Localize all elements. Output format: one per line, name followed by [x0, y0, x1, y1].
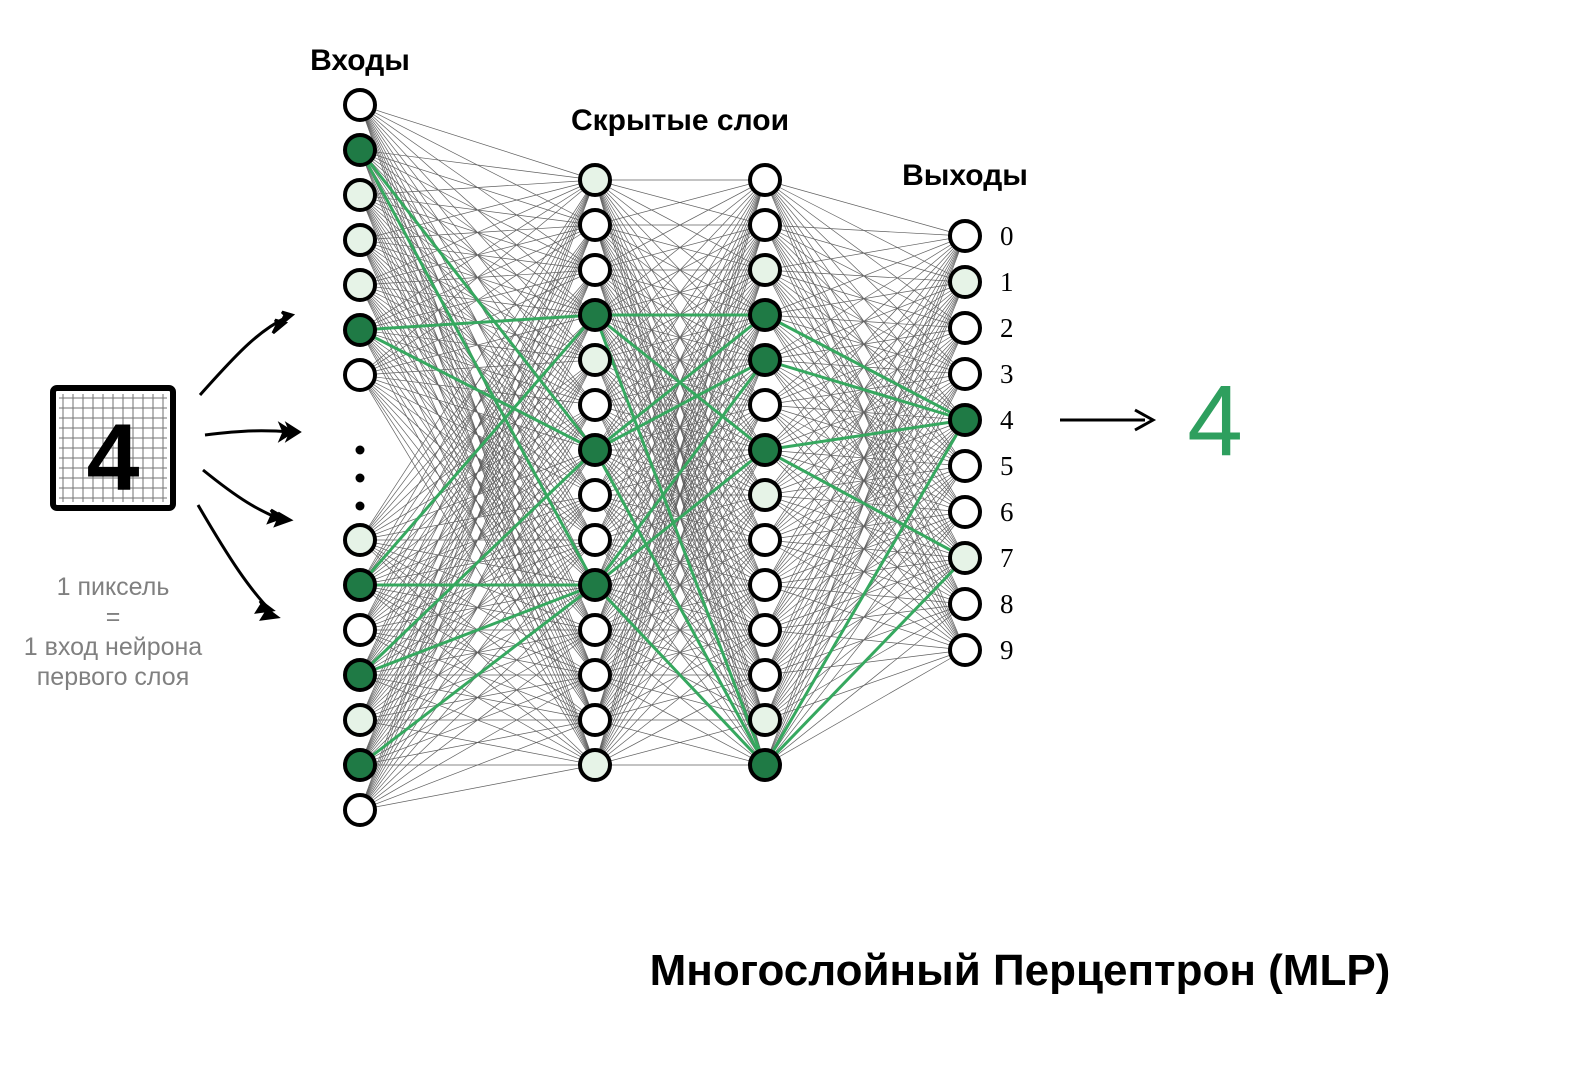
neuron-input-top-1	[345, 135, 375, 165]
neuron-hidden2-7	[750, 480, 780, 510]
neuron-hidden1-7	[580, 480, 610, 510]
neuron-hidden1-10	[580, 615, 610, 645]
neuron-input-bottom-5	[345, 750, 375, 780]
output-label-2: 2	[1000, 313, 1014, 343]
neuron-input-bottom-2	[345, 615, 375, 645]
output-label-8: 8	[1000, 589, 1014, 619]
output-label-3: 3	[1000, 359, 1014, 389]
output-label-0: 0	[1000, 221, 1014, 251]
neuron-input-bottom-6	[345, 795, 375, 825]
output-digit: 4	[1187, 365, 1243, 477]
neuron-hidden1-8	[580, 525, 610, 555]
output-digit-labels: 0 1 2 3 4 5 6 7 8 9	[1000, 221, 1014, 665]
label-hidden: Скрытые слои	[571, 104, 789, 137]
neuron-hidden1-9	[580, 570, 610, 600]
label-outputs: Выходы	[902, 159, 1028, 192]
output-label-5: 5	[1000, 451, 1014, 481]
neuron-output-1	[950, 267, 980, 297]
neuron-hidden1-11	[580, 660, 610, 690]
neuron-hidden2-6	[750, 435, 780, 465]
neuron-hidden1-2	[580, 255, 610, 285]
output-label-6: 6	[1000, 497, 1014, 527]
output-label-7: 7	[1000, 543, 1014, 573]
mlp-diagram: 4 1 пиксель = 1 вход нейрона первого сло…	[0, 0, 1581, 1066]
diagram-title: Многослойный Перцептрон (MLP)	[650, 946, 1391, 995]
fanout-arrows	[198, 312, 299, 619]
output-label-1: 1	[1000, 267, 1014, 297]
neuron-input-top-2	[345, 180, 375, 210]
neuron-hidden2-1	[750, 210, 780, 240]
neuron-hidden1-3	[580, 300, 610, 330]
neuron-input-top-3	[345, 225, 375, 255]
neuron-hidden2-3	[750, 300, 780, 330]
input-image: 4	[53, 388, 173, 511]
neuron-hidden2-8	[750, 525, 780, 555]
neuron-output-2	[950, 313, 980, 343]
neuron-hidden2-4	[750, 345, 780, 375]
neuron-hidden2-5	[750, 390, 780, 420]
neuron-output-4	[950, 405, 980, 435]
neuron-output-7	[950, 543, 980, 573]
neuron-hidden2-2	[750, 255, 780, 285]
neuron-input-top-6	[345, 360, 375, 390]
svg-text:первого слоя: первого слоя	[37, 663, 189, 691]
neuron-input-bottom-4	[345, 705, 375, 735]
connections-all	[360, 105, 965, 810]
neuron-hidden2-11	[750, 660, 780, 690]
neuron-input-bottom-1	[345, 570, 375, 600]
neuron-hidden1-13	[580, 750, 610, 780]
neuron-hidden2-13	[750, 750, 780, 780]
neuron-output-8	[950, 589, 980, 619]
svg-text:1 пиксель: 1 пиксель	[57, 573, 170, 601]
svg-text:=: =	[106, 603, 121, 631]
final-arrow	[1060, 410, 1153, 430]
neuron-input-bottom-0	[345, 525, 375, 555]
neuron-input-top-5	[345, 315, 375, 345]
neuron-hidden2-0	[750, 165, 780, 195]
neuron-hidden2-12	[750, 705, 780, 735]
neuron-input-bottom-3	[345, 660, 375, 690]
neuron-hidden1-12	[580, 705, 610, 735]
neuron-hidden2-9	[750, 570, 780, 600]
output-label-9: 9	[1000, 635, 1014, 665]
neuron-input-top-4	[345, 270, 375, 300]
label-inputs: Входы	[310, 44, 410, 77]
neuron-hidden1-6	[580, 435, 610, 465]
neuron-hidden1-1	[580, 210, 610, 240]
neuron-hidden2-10	[750, 615, 780, 645]
neuron-hidden1-0	[580, 165, 610, 195]
neuron-output-3	[950, 359, 980, 389]
neuron-output-6	[950, 497, 980, 527]
neuron-input-top-0	[345, 90, 375, 120]
neuron-hidden1-4	[580, 345, 610, 375]
svg-text:1 вход нейрона: 1 вход нейрона	[24, 633, 203, 661]
neuron-output-0	[950, 221, 980, 251]
pixel-note: 1 пиксель = 1 вход нейрона первого слоя	[24, 573, 203, 691]
input-digit: 4	[87, 405, 140, 511]
input-ellipsis	[356, 446, 365, 511]
output-label-4: 4	[1000, 405, 1014, 435]
neuron-output-9	[950, 635, 980, 665]
neuron-output-5	[950, 451, 980, 481]
neuron-hidden1-5	[580, 390, 610, 420]
